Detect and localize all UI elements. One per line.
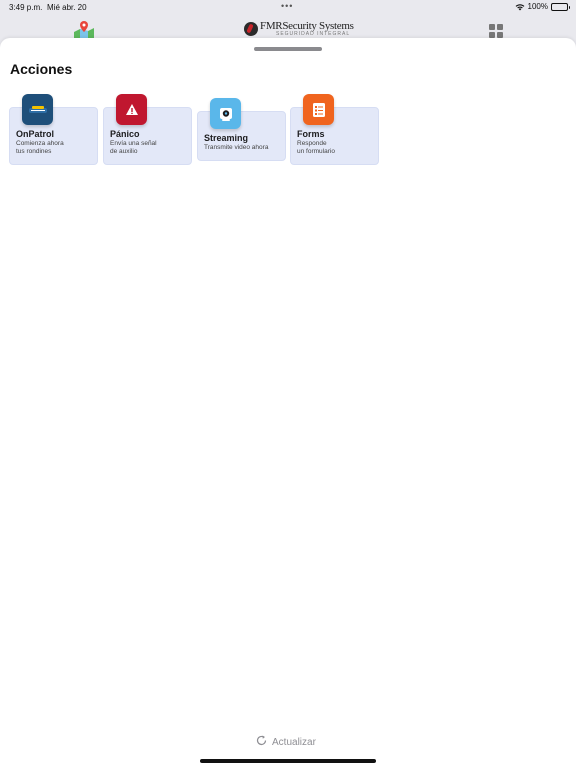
warning-icon <box>116 94 147 125</box>
battery-percent: 100% <box>527 2 548 11</box>
action-card-forms[interactable]: Forms Responde un formulario <box>290 94 379 165</box>
refresh-icon <box>256 735 267 749</box>
action-card-onpatrol[interactable]: OnPatrol Comienza ahora tus rondines <box>9 94 98 165</box>
action-desc-line: Responde <box>297 140 327 147</box>
actions-sheet: Acciones OnPatrol Comienza ahora tus ron… <box>0 38 576 768</box>
form-icon <box>303 94 334 125</box>
battery-icon <box>551 2 570 11</box>
action-desc-line: un formulario <box>297 148 335 155</box>
action-description: Transmite video ahora <box>204 144 284 152</box>
action-desc-line: Transmite video ahora <box>204 144 269 151</box>
multitasking-dots[interactable]: ••• <box>281 1 293 11</box>
section-title: Acciones <box>10 61 73 77</box>
home-indicator[interactable] <box>200 759 376 763</box>
patrol-icon <box>22 94 53 125</box>
refresh-label: Actualizar <box>272 736 316 748</box>
refresh-button[interactable]: Actualizar <box>256 735 316 749</box>
action-desc-line: tus rondines <box>16 148 52 155</box>
brand-mark-icon <box>244 22 258 36</box>
status-date: Mié abr. 20 <box>47 3 87 12</box>
action-description: Comienza ahora tus rondines <box>16 140 96 156</box>
status-time: 3:49 p.m. <box>9 3 43 12</box>
brand-logo: FMRSecurity Systems SEGURIDAD INTEGRAL <box>244 21 354 37</box>
grid-menu-icon[interactable] <box>489 24 503 38</box>
action-card-streaming[interactable]: Streaming Transmite video ahora <box>197 98 286 161</box>
action-card-panico[interactable]: Pánico Envía una señal de auxilio <box>103 94 192 165</box>
action-title: Pánico <box>110 129 140 139</box>
action-title: Streaming <box>204 133 249 143</box>
action-title: Forms <box>297 129 325 139</box>
action-title: OnPatrol <box>16 129 55 139</box>
action-description: Envía una señal de auxilio <box>110 140 190 156</box>
brand-tagline: SEGURIDAD INTEGRAL <box>276 31 351 37</box>
action-desc-line: de auxilio <box>110 148 138 155</box>
action-desc-line: Comienza ahora <box>16 140 64 147</box>
camera-icon <box>210 98 241 129</box>
wifi-icon <box>515 3 525 11</box>
sheet-grabber[interactable] <box>254 47 322 51</box>
action-description: Responde un formulario <box>297 140 377 156</box>
action-desc-line: Envía una señal <box>110 140 157 147</box>
status-bar: 3:49 p.m. Mié abr. 20 ••• 100% <box>0 0 576 14</box>
status-right: 100% <box>515 2 570 11</box>
